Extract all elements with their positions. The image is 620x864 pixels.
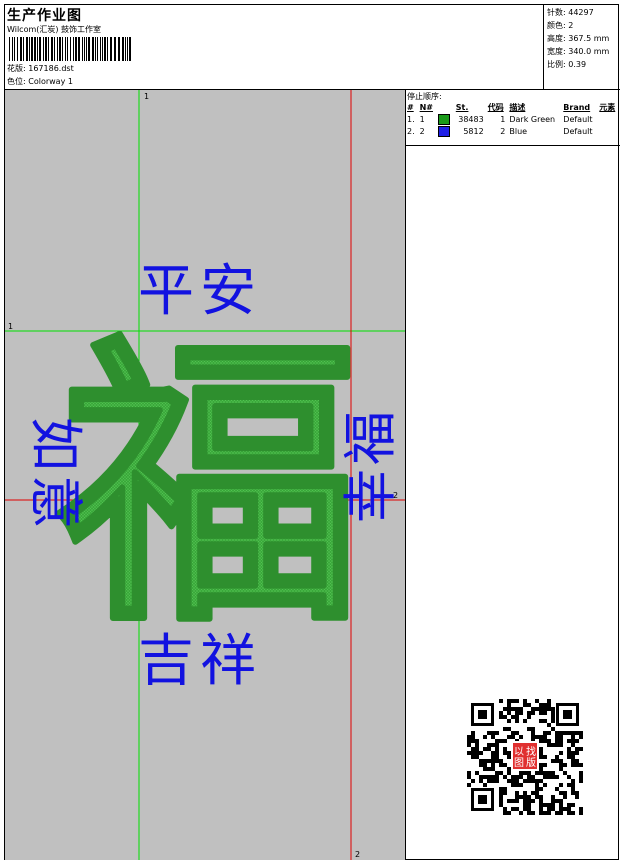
design-canvas: 1 1 2 2 福 平安 吉祥 如意 幸福 [5,90,405,860]
design-row: 花版: 167186.dst [7,63,74,74]
header-info: 生产作业图 Wilcom(汇炭) 鼓饰工作室 花版: 167186.dst 色位… [5,5,540,89]
col-swatch [436,102,453,113]
guide-label-v2: 2 [355,850,360,859]
table-row: 1. 1 38483 1 Dark Green Default [407,113,593,125]
company-name: Wilcom(汇炭) 鼓饰工作室 [7,25,102,34]
col-brand: Brand [563,103,591,112]
stat-row: 高度: 367.5 mm [547,34,610,43]
table-row: 2. 2 5812 2 Blue Default [407,125,593,137]
col-element: 元素 [599,103,616,112]
stat-row: 针数: 44297 [547,8,594,17]
color-swatch [438,113,451,125]
color-swatch [438,125,451,137]
col-code: 代码 [487,103,504,112]
left-text: 如意 [24,417,87,533]
qr-code: 以 图 找 版 [467,699,583,815]
barcode [9,37,131,61]
embroidery-preview: 1 1 2 2 福 平安 吉祥 如意 幸福 [5,90,406,860]
design-label: 花版: [7,64,26,73]
right-text: 幸福 [339,407,402,523]
colorway-row: 色位: Colorway 1 [7,76,73,87]
stat-row: 比例: 0.39 [547,60,587,69]
col-num: # [407,103,414,112]
colorway-label: 色位: [7,77,26,86]
panel-divider [405,145,620,146]
col-n: N# [419,103,434,112]
stop-sequence-panel: 停止顺序: # N# St. 代码 描述 Brand 元素 1. 1 38483… [405,90,620,137]
stop-sequence-table: # N# St. 代码 描述 Brand 元素 1. 1 38483 1 Dar… [405,102,619,137]
page-title: 生产作业图 [7,8,82,24]
table-header-row: # N# St. 代码 描述 Brand 元素 [405,102,619,113]
colorway-value: Colorway 1 [28,77,73,86]
stop-sequence-heading: 停止顺序: [407,92,442,101]
col-stitches: St. [455,103,469,112]
guide-label-h1: 1 [8,322,13,331]
design-file: 167186.dst [28,64,74,73]
svg-text:图: 图 [514,757,524,769]
stats-panel: 针数: 44297 颜色: 2 高度: 367.5 mm 宽度: 340.0 m… [543,5,620,89]
main-character: 福 [55,312,360,661]
svg-text:找: 找 [526,745,536,758]
stat-row: 颜色: 2 [547,21,574,30]
svg-text:以: 以 [514,747,524,758]
top-text: 平安 [138,259,262,324]
col-desc: 描述 [509,103,526,112]
svg-text:版: 版 [526,756,536,769]
guide-label-v1: 1 [144,92,149,101]
stat-row: 宽度: 340.0 mm [547,47,610,56]
bottom-text: 吉祥 [138,629,262,694]
